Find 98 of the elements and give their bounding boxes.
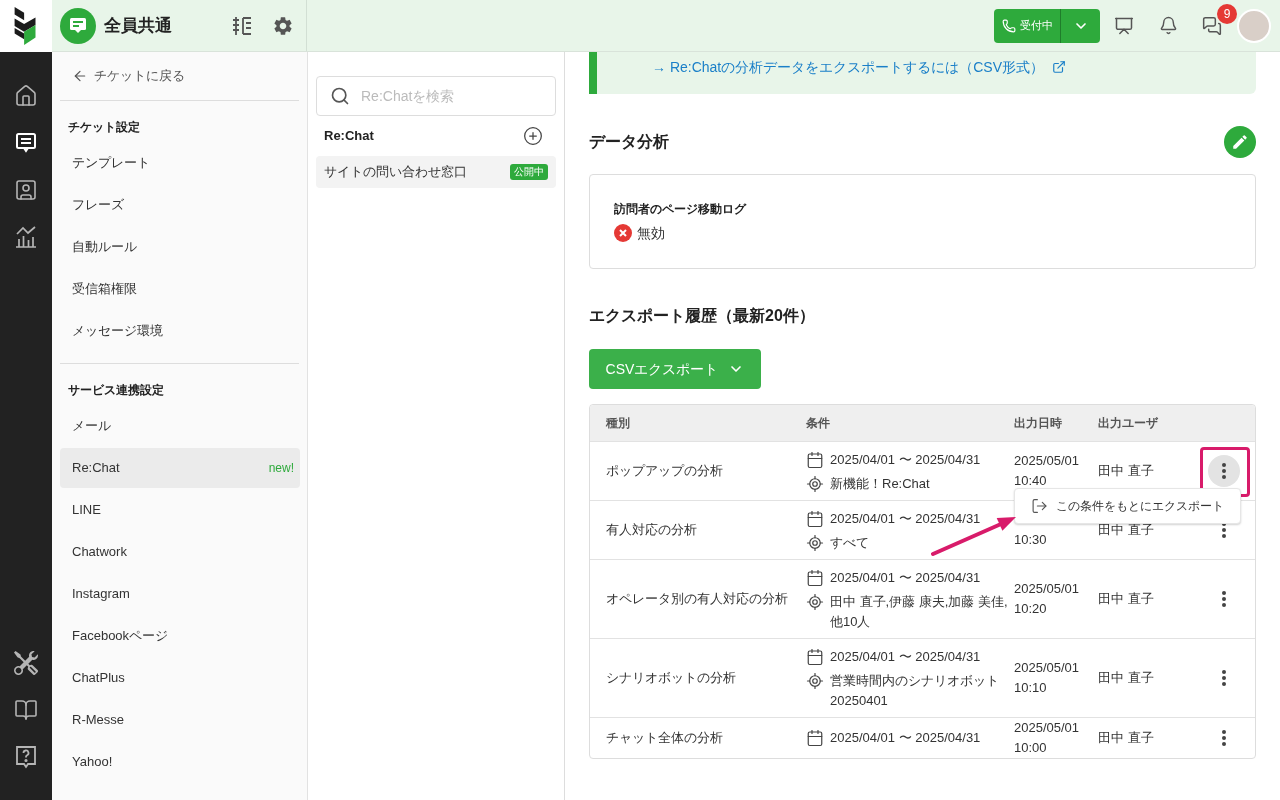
table-cell-text: オペレータ別の有人対応の分析: [605, 590, 789, 609]
period-text: 2025/04/01 〜 2025/04/31: [830, 510, 981, 529]
workspace-icon: [60, 7, 96, 44]
table-cell-text: 2025/05/01: [1014, 452, 1081, 470]
notification-badge: 9: [1217, 3, 1237, 24]
target-icon: [806, 475, 824, 493]
table-cell-text: 10:00: [1014, 739, 1048, 757]
target-text: 営業時間内のシナリオボット 20250401: [830, 672, 1000, 710]
column-header: 条件: [805, 415, 831, 432]
column-header: 種別: [605, 415, 631, 432]
table-cell-text: 10:30: [1014, 531, 1048, 549]
calendar-icon: [806, 569, 824, 587]
setting-status: 無効: [637, 223, 665, 243]
settings-nav-item[interactable]: Instagram: [60, 574, 300, 614]
target-icon: [806, 593, 824, 611]
export-icon: [1031, 497, 1048, 515]
table-cell-text: 田中 直子: [1097, 730, 1155, 746]
kebab-icon: [1222, 730, 1226, 746]
section-title: データ分析: [589, 132, 669, 152]
column-header: 出力日時: [1013, 415, 1063, 432]
target-icon: [806, 672, 824, 690]
edit-button[interactable]: [1224, 126, 1256, 158]
table-cell-text: 10:20: [1014, 600, 1048, 618]
period-text: 2025/04/01 〜 2025/04/31: [830, 729, 981, 748]
table-cell-text: 田中 直子: [1097, 591, 1155, 607]
bar-chart-icon[interactable]: [14, 224, 38, 249]
search-icon: [330, 86, 350, 106]
table-cell-text: 10:40: [1014, 472, 1048, 490]
pencil-icon: [1231, 133, 1249, 151]
kebab-icon: [1222, 670, 1226, 686]
status-badge: 公開中: [510, 164, 548, 180]
table-cell-text: 2025/05/01: [1014, 719, 1081, 737]
column-header: 出力ユーザ: [1097, 415, 1159, 432]
section-title: エクスポート履歴（最新20件）: [589, 306, 816, 326]
section-heading: チケット設定: [67, 119, 141, 136]
table-cell-text: チャット全体の分析: [605, 729, 724, 748]
export-menu-item[interactable]: この条件をもとにエクスポート: [1023, 491, 1232, 521]
settings-nav-item[interactable]: Facebookページ: [60, 616, 300, 656]
period-text: 2025/04/01 〜 2025/04/31: [830, 569, 981, 588]
phone-icon: [1001, 18, 1016, 33]
settings-nav-item[interactable]: Chatwork: [60, 532, 300, 572]
home-icon[interactable]: [14, 83, 38, 108]
period-text: 2025/04/01 〜 2025/04/31: [830, 451, 981, 470]
logo[interactable]: [14, 7, 38, 45]
tools-icon[interactable]: [14, 650, 38, 675]
bell-icon[interactable]: [1158, 16, 1178, 35]
settings-nav-item[interactable]: 受信箱権限: [60, 269, 300, 309]
calendar-icon: [806, 729, 824, 747]
book-icon[interactable]: [14, 697, 38, 722]
table-cell-text: 田中 直子: [1097, 522, 1155, 538]
period-text: 2025/04/01 〜 2025/04/31: [830, 648, 981, 667]
settings-nav-item[interactable]: メール: [60, 406, 300, 446]
target-text: 田中 直子,伊藤 康夫,加藤 美佳,他10人: [830, 593, 1009, 631]
guide-link[interactable]: → Re:Chatの分析データをエクスポートするには（CSV形式）: [652, 56, 1045, 78]
settings-nav-item[interactable]: ChatPlus: [60, 658, 300, 698]
table-cell-text: 有人対応の分析: [605, 521, 698, 540]
channel-item[interactable]: サイトの問い合わせ窓口 公開中: [316, 156, 556, 188]
external-link-icon[interactable]: [1052, 60, 1067, 74]
settings-nav-item[interactable]: R-Messe: [60, 700, 300, 740]
settings-nav-item[interactable]: テンプレート: [60, 143, 300, 183]
help-icon[interactable]: [14, 744, 38, 769]
kebab-icon: [1222, 591, 1226, 607]
back-link[interactable]: チケットに戻る: [52, 52, 307, 100]
setting-label: 訪問者のページ移動ログ: [614, 201, 748, 218]
more-button[interactable]: [1208, 455, 1240, 487]
settings-nav-item[interactable]: メッセージ環境: [60, 311, 300, 351]
section-heading: サービス連携設定: [67, 382, 165, 399]
settings-nav-item[interactable]: Yahoo!: [60, 742, 300, 782]
target-icon: [806, 534, 824, 552]
settings-nav-item[interactable]: Re:Chat new!: [60, 448, 300, 488]
calendar-icon: [806, 648, 824, 666]
table-cell-text: 田中 直子: [1097, 670, 1155, 686]
column-layout-icon[interactable]: [231, 14, 253, 37]
target-text: 新機能！Re:Chat: [830, 475, 930, 493]
calendar-icon: [806, 451, 824, 469]
status-dropdown-button[interactable]: [1060, 8, 1100, 43]
table-cell-text: 2025/05/01: [1014, 580, 1081, 598]
settings-nav-item[interactable]: LINE: [60, 490, 300, 530]
search-field[interactable]: Re:Chatを検索: [316, 76, 556, 116]
settings-icon[interactable]: [272, 14, 294, 37]
list-heading: Re:Chat: [324, 127, 374, 146]
whiteboard-icon[interactable]: [1114, 15, 1134, 36]
kebab-icon: [1222, 463, 1226, 479]
table-cell-text: 田中 直子: [1097, 463, 1155, 479]
table-cell-text: 2025/05/01: [1014, 659, 1081, 677]
list-card-icon[interactable]: [14, 130, 38, 155]
table-cell-text: 10:10: [1014, 679, 1048, 697]
table-cell-text: ポップアップの分析: [605, 462, 724, 481]
settings-nav-item[interactable]: フレーズ: [60, 185, 300, 225]
table-cell-text: シナリオボットの分析: [605, 669, 737, 688]
calendar-icon: [806, 510, 824, 528]
target-text: すべて: [830, 534, 869, 552]
add-icon[interactable]: [523, 126, 543, 146]
settings-nav-item[interactable]: 自動ルール: [60, 227, 300, 267]
chat-bubbles-icon[interactable]: [1202, 15, 1222, 36]
contact-card-icon[interactable]: [14, 177, 38, 202]
workspace-name: 全員共通: [104, 14, 172, 37]
kebab-icon: [1222, 522, 1226, 538]
